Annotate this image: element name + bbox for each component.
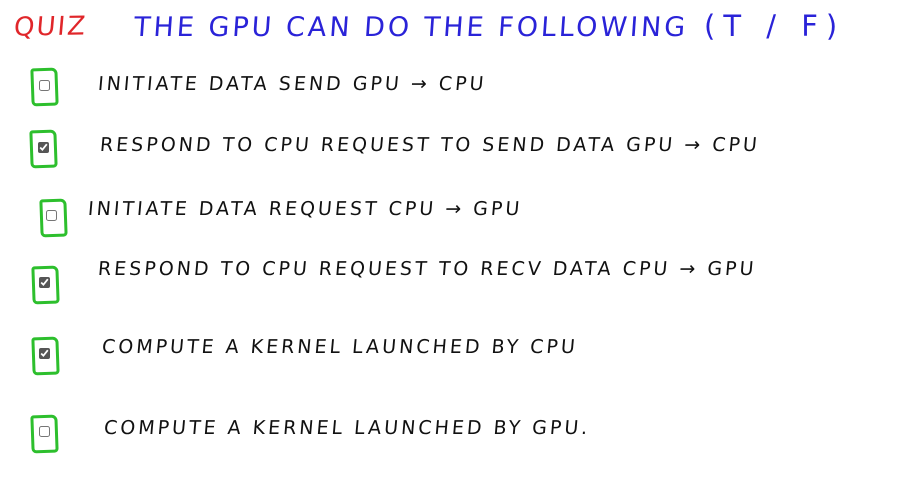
quiz-option-6: COMPUTE A KERNEL LAUNCHED BY GPU.: [0, 413, 921, 463]
option-1-label: INITIATE DATA SEND GPU → CPU: [97, 73, 488, 95]
quiz-option-2: RESPOND TO CPU REQUEST TO SEND DATA GPU …: [0, 126, 921, 176]
option-6-label: COMPUTE A KERNEL LAUNCHED BY GPU.: [103, 417, 592, 439]
quiz-option-5: COMPUTE A KERNEL LAUNCHED BY CPU: [0, 334, 921, 384]
quiz-option-1: INITIATE DATA SEND GPU → CPU: [0, 64, 921, 114]
quiz-option-4: RESPOND TO CPU REQUEST TO RECV DATA CPU …: [0, 258, 921, 313]
quiz-option-3: INITIATE DATA REQUEST CPU → GPU: [0, 196, 921, 246]
quiz-question: THE GPU CAN DO THE FOLLOWING: [132, 12, 690, 43]
option-2-checkbox[interactable]: [38, 142, 49, 153]
option-5-checkbox[interactable]: [39, 348, 50, 359]
option-4-label: RESPOND TO CPU REQUEST TO RECV DATA CPU …: [97, 258, 758, 280]
option-5-label: COMPUTE A KERNEL LAUNCHED BY CPU: [101, 336, 579, 358]
quiz-label: QUIZ: [12, 11, 89, 43]
option-3-label: INITIATE DATA REQUEST CPU → GPU: [87, 198, 524, 220]
quiz-header: QUIZ THE GPU CAN DO THE FOLLOWING (T / F…: [12, 9, 914, 52]
answer-format: (T / F): [704, 9, 846, 43]
option-6-checkbox[interactable]: [39, 426, 50, 437]
option-4-checkbox[interactable]: [39, 277, 50, 288]
option-2-label: RESPOND TO CPU REQUEST TO SEND DATA GPU …: [99, 134, 761, 156]
option-3-checkbox[interactable]: [46, 210, 57, 221]
option-1-checkbox[interactable]: [39, 80, 50, 91]
